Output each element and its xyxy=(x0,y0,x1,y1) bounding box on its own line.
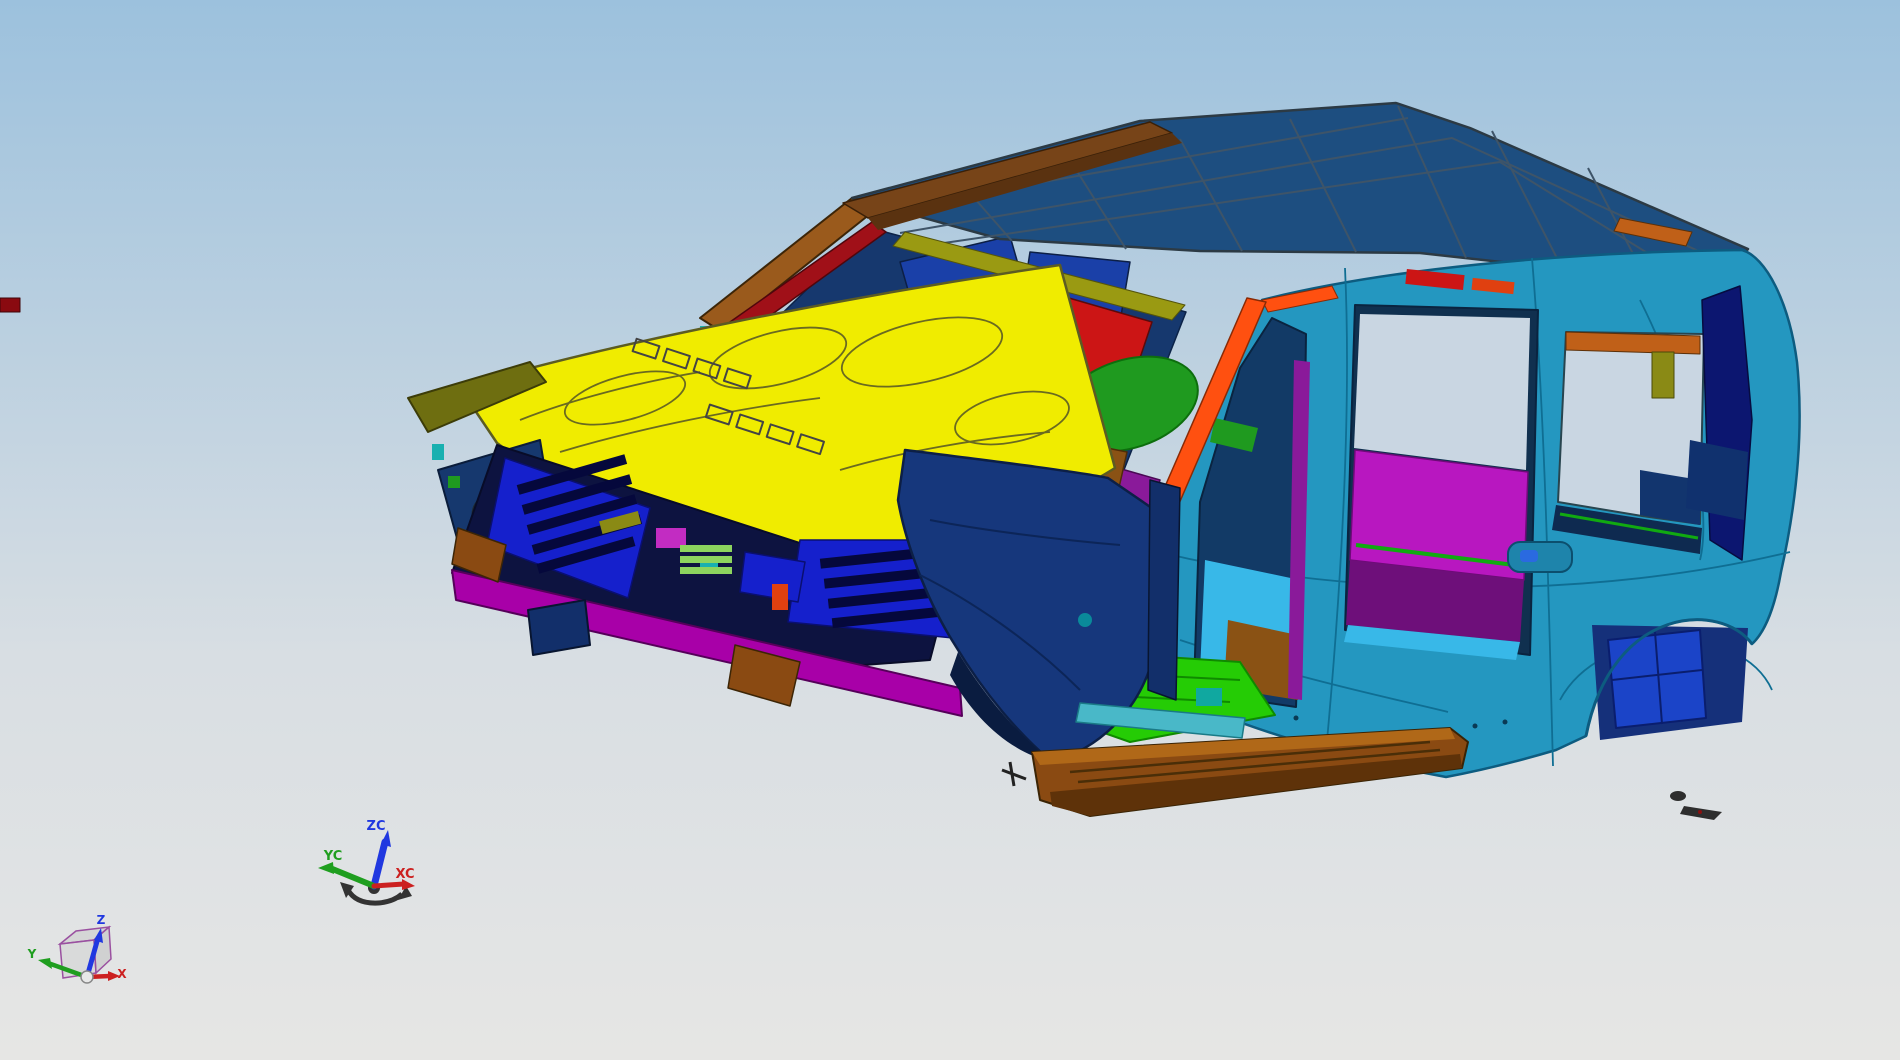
wcs-x-label: XC xyxy=(395,867,414,882)
abs-y-label: Y xyxy=(27,947,37,961)
abs-x-label: X xyxy=(117,967,127,981)
wcs-z-label: ZC xyxy=(367,819,386,834)
hinge-pillar[interactable] xyxy=(1147,479,1181,701)
window-bracket-orange[interactable] xyxy=(1565,331,1701,355)
tow-bracket[interactable] xyxy=(527,599,591,656)
abs-origin-sphere[interactable] xyxy=(80,970,94,984)
rear-door-opening[interactable] xyxy=(1344,304,1539,660)
wcs-x-axis[interactable] xyxy=(371,881,407,889)
door-handle[interactable] xyxy=(1507,541,1573,573)
fender-hole xyxy=(1078,613,1092,627)
floor-teal-box xyxy=(1196,688,1222,706)
model-canvas[interactable]: ZC YC XC Z Y X xyxy=(0,0,1900,1060)
rear-door-window-opening xyxy=(1354,314,1530,470)
green-accent xyxy=(448,476,460,488)
wcs-y-label: YC xyxy=(323,849,343,864)
rear-wheel-arch[interactable] xyxy=(1584,618,1754,740)
cad-viewport[interactable]: ZC YC XC Z Y X xyxy=(0,0,1900,1060)
small-part-a[interactable] xyxy=(1670,791,1686,801)
tailgate-inner-panel xyxy=(1686,440,1748,520)
teal-accent xyxy=(432,444,444,460)
abs-z-label: Z xyxy=(97,913,106,927)
small-red-part[interactable] xyxy=(0,297,21,313)
handle-latch xyxy=(1520,550,1538,562)
rear-seat-magenta[interactable] xyxy=(1349,449,1529,581)
window-bracket-olive[interactable] xyxy=(1651,351,1675,399)
small-part-red-dot xyxy=(1698,810,1702,814)
handle-recess[interactable] xyxy=(1507,541,1573,573)
